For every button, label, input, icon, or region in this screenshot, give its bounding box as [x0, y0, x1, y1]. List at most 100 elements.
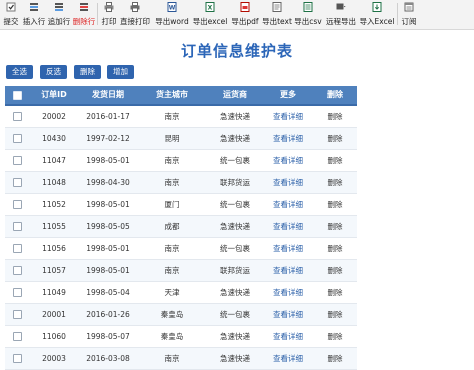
append-row-button[interactable]: 追加行: [48, 1, 70, 28]
svg-text:X: X: [208, 5, 213, 12]
view-detail-link[interactable]: 查看详细: [263, 260, 313, 281]
delete-row-link[interactable]: 删除: [313, 172, 357, 193]
table-row[interactable]: 11052 1998-05-01 厦门 统一包裹 查看详细 删除: [5, 194, 357, 216]
view-detail-link[interactable]: 查看详细: [263, 172, 313, 193]
view-detail-link[interactable]: 查看详细: [263, 348, 313, 369]
delete-row-link[interactable]: 删除: [313, 326, 357, 347]
export-csv-button[interactable]: 导出csv: [294, 1, 322, 28]
row-checkbox[interactable]: [13, 200, 22, 209]
table-row[interactable]: 11056 1998-05-01 南京 统一包裹 查看详细 删除: [5, 238, 357, 260]
ship-date-cell: 2016-03-08: [86, 354, 130, 363]
delete-row-link[interactable]: 删除: [313, 238, 357, 259]
row-checkbox[interactable]: [13, 310, 22, 319]
shipper-cell: 急速快递: [220, 134, 250, 143]
shipper-cell: 统一包裹: [220, 156, 250, 165]
export-word-button[interactable]: W 导出word: [155, 1, 189, 28]
checkbox-cell: [5, 172, 29, 193]
row-checkbox[interactable]: [13, 288, 22, 297]
ship-date-cell: 1998-05-01: [86, 200, 130, 209]
ship-date-cell: 1998-05-04: [86, 288, 130, 297]
header-city[interactable]: 货主城市: [137, 86, 207, 104]
header-order-id[interactable]: 订单ID: [29, 86, 79, 104]
city-cell: 南京: [164, 178, 180, 187]
checkbox-cell: [5, 326, 29, 347]
shipper-cell: 急速快递: [220, 288, 250, 297]
table-row[interactable]: 20001 2016-01-26 秦皇岛 统一包裹 查看详细 删除: [5, 304, 357, 326]
select-all-button[interactable]: 全选: [6, 65, 33, 79]
table-row[interactable]: 20003 2016-03-08 南京 急速快递 查看详细 删除: [5, 348, 357, 370]
ship-date-cell: 1998-04-30: [86, 178, 130, 187]
order-id-cell: 20001: [42, 310, 66, 319]
row-checkbox[interactable]: [13, 266, 22, 275]
view-detail-link[interactable]: 查看详细: [263, 304, 313, 325]
shipper-cell: 统一包裹: [220, 200, 250, 209]
checkbox-cell: [5, 128, 29, 149]
delete-row-link[interactable]: 删除: [313, 304, 357, 325]
table-row[interactable]: 20002 2016-01-17 南京 急速快递 查看详细 删除: [5, 106, 357, 128]
table-row[interactable]: 10430 1997-02-12 昆明 急速快递 查看详细 删除: [5, 128, 357, 150]
word-icon: W: [167, 2, 177, 12]
import-excel-button[interactable]: 导入Excel: [360, 1, 394, 28]
delete-row-link[interactable]: 删除: [313, 282, 357, 303]
row-checkbox[interactable]: [13, 222, 22, 231]
view-detail-link[interactable]: 查看详细: [263, 238, 313, 259]
delete-button[interactable]: 删除: [74, 65, 101, 79]
delete-row-link[interactable]: 删除: [313, 106, 357, 127]
view-detail-link[interactable]: 查看详细: [263, 106, 313, 127]
row-checkbox[interactable]: [13, 332, 22, 341]
subscribe-button[interactable]: 订阅: [401, 1, 417, 28]
add-button[interactable]: 增加: [107, 65, 134, 79]
shipper-cell: 急速快递: [220, 112, 250, 121]
view-detail-link[interactable]: 查看详细: [263, 194, 313, 215]
delete-row-button[interactable]: 删除行: [73, 1, 95, 28]
excel-icon: X: [205, 2, 215, 12]
city-cell: 南京: [164, 244, 180, 253]
view-detail-link[interactable]: 查看详细: [263, 150, 313, 171]
insert-row-button[interactable]: 插入行: [23, 1, 45, 28]
row-checkbox[interactable]: [13, 354, 22, 363]
direct-print-button[interactable]: 直接打印: [120, 1, 150, 28]
import-excel-icon: [372, 2, 382, 12]
row-checkbox[interactable]: [13, 112, 22, 121]
import-excel-label: 导入Excel: [359, 17, 395, 26]
order-id-cell: 20002: [42, 112, 66, 121]
invert-selection-button[interactable]: 反选: [40, 65, 67, 79]
shipper-cell: 统一包裹: [220, 310, 250, 319]
table-row[interactable]: 11048 1998-04-30 南京 联邦货运 查看详细 删除: [5, 172, 357, 194]
table-row[interactable]: 11049 1998-05-04 天津 急速快递 查看详细 删除: [5, 282, 357, 304]
table-row[interactable]: 11047 1998-05-01 南京 统一包裹 查看详细 删除: [5, 150, 357, 172]
export-pdf-button[interactable]: 导出pdf: [231, 1, 259, 28]
view-detail-link[interactable]: 查看详细: [263, 326, 313, 347]
shipper-cell: 急速快递: [220, 354, 250, 363]
table-row[interactable]: 11055 1998-05-05 成都 急速快递 查看详细 删除: [5, 216, 357, 238]
remote-export-button[interactable]: 远程导出: [326, 1, 356, 28]
delete-row-link[interactable]: 删除: [313, 260, 357, 281]
export-text-button[interactable]: 导出text: [262, 1, 292, 28]
delete-row-link[interactable]: 删除: [313, 128, 357, 149]
table-row[interactable]: 11057 1998-05-01 南京 联邦货运 查看详细 删除: [5, 260, 357, 282]
row-checkbox[interactable]: [13, 134, 22, 143]
city-cell: 南京: [164, 354, 180, 363]
ship-date-cell: 1998-05-05: [86, 222, 130, 231]
delete-row-link[interactable]: 删除: [313, 150, 357, 171]
view-detail-link[interactable]: 查看详细: [263, 216, 313, 237]
row-checkbox[interactable]: [13, 244, 22, 253]
delete-row-link[interactable]: 删除: [313, 194, 357, 215]
select-all-checkbox[interactable]: [13, 91, 22, 100]
header-shipper[interactable]: 运货商: [207, 86, 263, 104]
view-detail-link[interactable]: 查看详细: [263, 128, 313, 149]
row-checkbox[interactable]: [13, 156, 22, 165]
print-button[interactable]: 打印: [101, 1, 117, 28]
delete-row-link[interactable]: 删除: [313, 216, 357, 237]
table-row[interactable]: 11060 1998-05-07 秦皇岛 急速快递 查看详细 删除: [5, 326, 357, 348]
delete-row-link[interactable]: 删除: [313, 348, 357, 369]
header-more: 更多: [280, 90, 296, 99]
header-ship-date[interactable]: 发货日期: [79, 86, 137, 104]
export-excel-button[interactable]: X 导出excel: [193, 1, 227, 28]
delete-row-icon: [80, 3, 88, 11]
submit-button[interactable]: 提交: [3, 1, 19, 28]
ship-date-cell: 1998-05-01: [86, 244, 130, 253]
view-detail-link[interactable]: 查看详细: [263, 282, 313, 303]
row-checkbox[interactable]: [13, 178, 22, 187]
export-excel-label: 导出excel: [192, 17, 228, 26]
